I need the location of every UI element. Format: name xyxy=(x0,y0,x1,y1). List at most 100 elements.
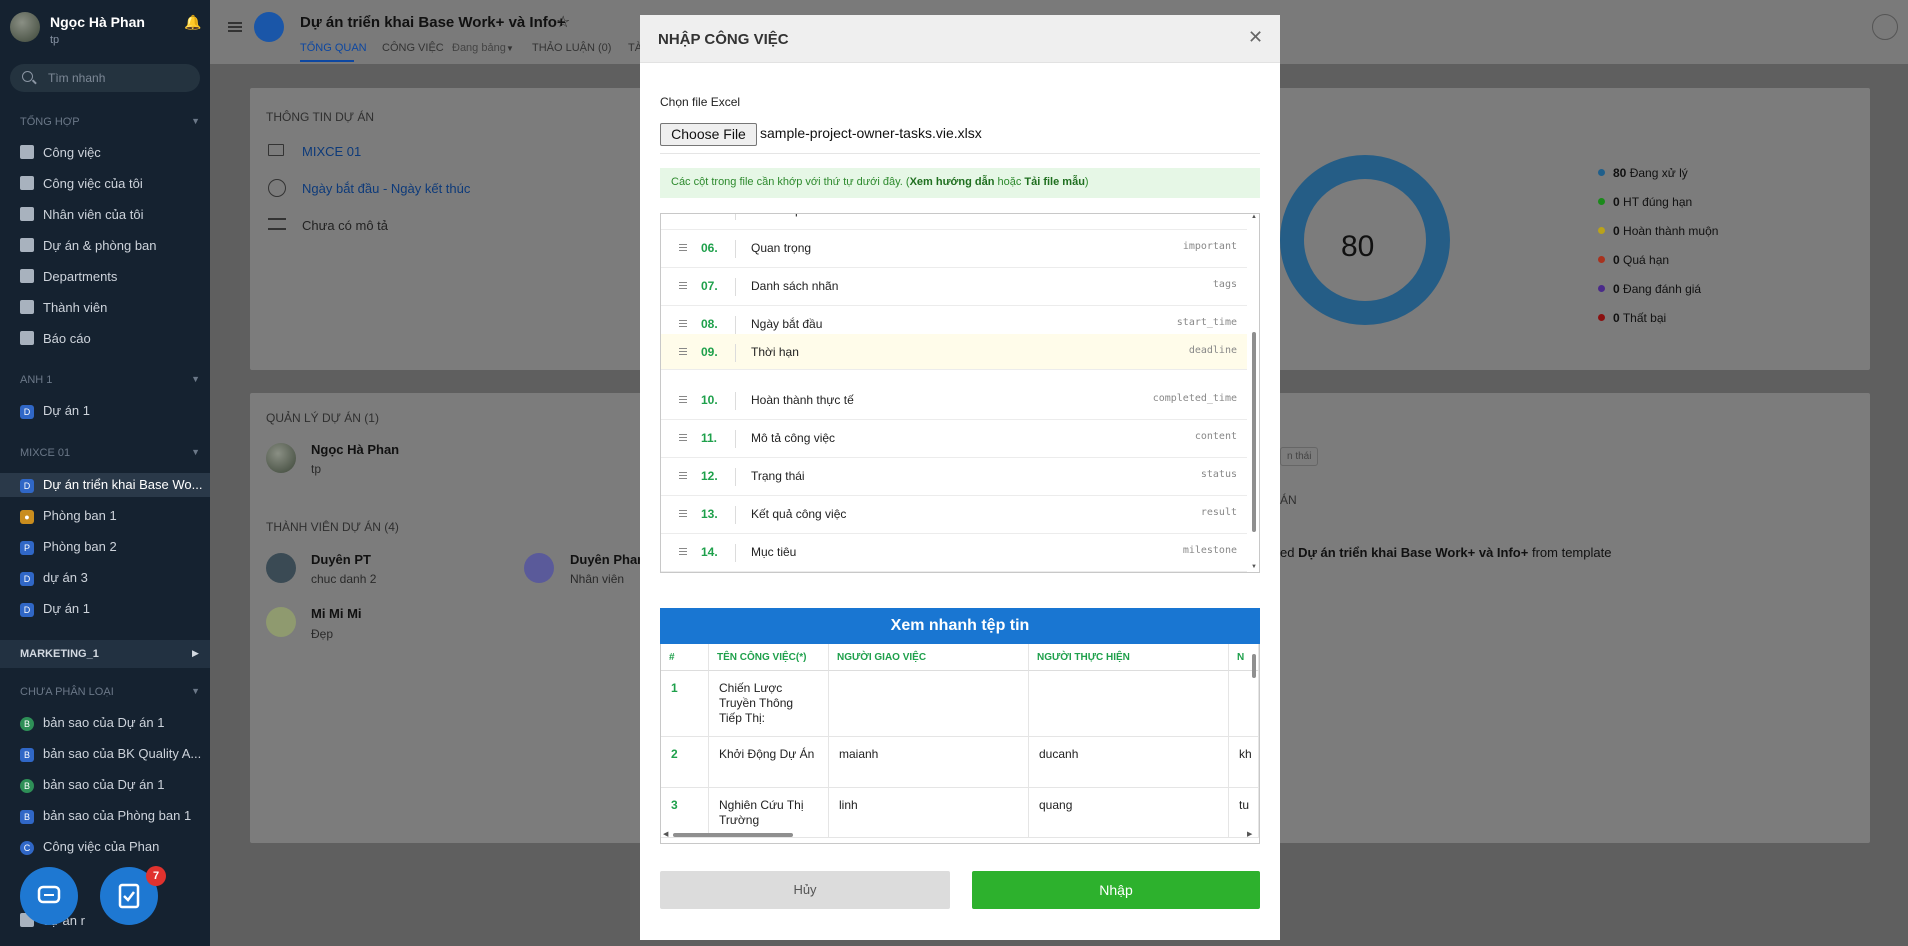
preview-horizontal-scrollbar[interactable]: ◀ ▶ xyxy=(661,828,1259,842)
drag-handle-icon[interactable] xyxy=(679,472,687,479)
scroll-left-icon[interactable]: ◀ xyxy=(663,830,668,838)
sidebar-item-phan-tasks[interactable]: C Công việc của Phan xyxy=(20,837,159,857)
sidebar-item-copy1[interactable]: Bbản sao của Dự án 1 xyxy=(20,713,164,733)
scrollbar-thumb[interactable] xyxy=(673,833,793,837)
chart-icon xyxy=(20,331,34,345)
column-name: Khẩn cấp xyxy=(751,214,802,217)
column-row-completed_time[interactable]: 10. Hoàn thành thực tế completed_time xyxy=(661,382,1247,420)
column-row-content[interactable]: 11. Mô tả công việc content xyxy=(661,420,1247,458)
sidebar-item-current-project[interactable]: D Dự án triển khai Base Wo... xyxy=(0,473,210,497)
column-row-important[interactable]: 06. Quan trọng important xyxy=(661,230,1247,268)
manager-name: Ngọc Hà Phan xyxy=(311,442,400,457)
activity-project: Dự án triển khai Base Work+ và Info+ xyxy=(1298,545,1529,560)
project-badge-icon: B xyxy=(20,810,34,824)
drag-handle-icon[interactable] xyxy=(679,320,687,327)
sidebar-item-members[interactable]: Thành viên xyxy=(20,298,107,318)
section-anh1[interactable]: ANH 1 ▼ xyxy=(20,374,200,386)
cancel-button[interactable]: Hủy xyxy=(660,871,950,909)
drag-handle-icon[interactable] xyxy=(679,434,687,441)
sidebar-item-dept2[interactable]: P Phòng ban 2 xyxy=(20,537,117,557)
sidebar-item-projects[interactable]: Dự án & phòng ban xyxy=(20,236,157,256)
scroll-up-icon[interactable]: ▲ xyxy=(1251,214,1257,220)
sidebar-item-my-tasks[interactable]: Công việc của tôi xyxy=(20,174,143,194)
notice-or: hoặc xyxy=(994,176,1025,188)
preview-vertical-scrollbar[interactable] xyxy=(1249,644,1259,828)
sidebar-item-project3[interactable]: Ddự án 3 xyxy=(20,568,88,588)
sidebar-item-label: bản sao của BK Quality A... xyxy=(43,746,202,761)
scrollbar-thumb[interactable] xyxy=(1252,332,1256,532)
divider xyxy=(735,316,736,334)
chevron-down-icon: ▼ xyxy=(506,44,514,53)
tab-discussion[interactable]: THẢO LUẬN (0) xyxy=(532,42,611,54)
people-icon xyxy=(20,207,34,221)
scroll-right-icon[interactable]: ▶ xyxy=(1247,830,1252,838)
close-icon[interactable]: ✕ xyxy=(1248,27,1263,48)
sidebar-item-label: Dự án & phòng ban xyxy=(43,238,157,253)
tab-tasks[interactable]: CÔNG VIỆC xyxy=(382,42,444,54)
drag-handle-icon[interactable] xyxy=(679,396,687,403)
sidebar-item-copy3[interactable]: Bbản sao của Dự án 1 xyxy=(20,775,164,795)
preview-cell: 1 xyxy=(661,671,709,737)
chat-fab-button[interactable] xyxy=(20,867,78,925)
column-key: important xyxy=(1182,241,1237,252)
star-icon[interactable]: ☆ xyxy=(556,12,570,32)
legend-dot xyxy=(1598,285,1605,292)
section-marketing-label: MARKETING_1 xyxy=(20,648,99,660)
choose-file-button[interactable]: Choose File xyxy=(660,123,757,146)
drag-handle-icon[interactable] xyxy=(679,348,687,355)
column-mapping-list[interactable]: 05.Khẩn cấpurgent06.Quan trọngimportant0… xyxy=(660,213,1260,573)
column-row-urgent[interactable]: 05. Khẩn cấp urgent xyxy=(661,214,1247,230)
manager-role: tp xyxy=(311,462,322,476)
page-title: Dự án triển khai Base Work+ và Info+ xyxy=(300,14,566,31)
guide-link[interactable]: Xem hướng dẫn xyxy=(910,176,995,188)
bell-icon[interactable]: 🔔 xyxy=(184,14,201,31)
sidebar-item-tasks[interactable]: Công việc xyxy=(20,143,101,163)
sidebar-item-project1[interactable]: D Dự án 1 xyxy=(20,599,90,619)
drag-handle-icon[interactable] xyxy=(679,244,687,251)
import-button[interactable]: Nhập xyxy=(972,871,1260,909)
divider xyxy=(735,214,736,220)
sidebar-item-my-staff[interactable]: Nhân viên của tôi xyxy=(20,205,143,225)
sidebar-item-dept1[interactable]: ● Phòng ban 1 xyxy=(20,506,117,526)
template-download-link[interactable]: Tải file mẫu xyxy=(1024,176,1085,188)
menu-icon[interactable] xyxy=(228,22,242,32)
member-role: chuc danh 2 xyxy=(311,572,377,586)
sidebar-item-departments[interactable]: Departments xyxy=(20,267,117,287)
column-row-status[interactable]: 12. Trạng thái status xyxy=(661,458,1247,496)
section-mixce[interactable]: MIXCE 01 ▼ xyxy=(20,447,200,459)
scroll-down-icon[interactable]: ▼ xyxy=(1251,564,1257,570)
project-group-link[interactable]: MIXCE 01 xyxy=(302,144,361,159)
sidebar-item-copy2[interactable]: Bbản sao của BK Quality A... xyxy=(20,744,201,764)
more-options-icon[interactable] xyxy=(1872,14,1898,40)
description-icon xyxy=(268,218,286,230)
status-filter-chip[interactable]: n thái xyxy=(1280,447,1319,466)
sidebar-item-copy4[interactable]: Bbản sao của Phòng ban 1 xyxy=(20,806,191,826)
tab-tasks-view[interactable]: Đang bảng xyxy=(452,42,506,54)
column-name: Thời hạn xyxy=(751,345,799,359)
column-row-tags[interactable]: 07. Danh sách nhãn tags xyxy=(661,268,1247,306)
column-list-scrollbar[interactable]: ▲ ▼ xyxy=(1249,214,1259,572)
drag-handle-icon[interactable] xyxy=(679,510,687,517)
section-mixce-label: MIXCE 01 xyxy=(20,447,71,459)
column-row-result[interactable]: 13. Kết quả công việc result xyxy=(661,496,1247,534)
tab-overview[interactable]: TỔNG QUAN xyxy=(300,42,367,54)
column-row-milestone[interactable]: 14. Mục tiêu milestone xyxy=(661,534,1247,572)
quick-search-input[interactable]: Tìm nhanh xyxy=(10,64,200,92)
preview-cell xyxy=(1029,671,1229,737)
section-overview[interactable]: TỔNG HỢP ▼ xyxy=(20,116,200,128)
section-marketing[interactable]: MARKETING_1 ▶ xyxy=(0,640,210,668)
drag-handle-icon[interactable] xyxy=(679,282,687,289)
column-row-deadline[interactable]: 09. Thời hạn deadline xyxy=(661,334,1247,370)
section-uncategorized[interactable]: CHƯA PHÂN LOẠI ▼ xyxy=(20,686,200,698)
project-badge-icon: P xyxy=(20,541,34,555)
drag-handle-icon[interactable] xyxy=(679,548,687,555)
legend-label: Đang xử lý xyxy=(1629,166,1688,180)
member-avatar xyxy=(266,553,296,583)
selected-file-name: sample-project-owner-tasks.vie.xlsx xyxy=(760,125,982,141)
column-number: 05. xyxy=(701,214,718,217)
sidebar-item-anh1-project[interactable]: D Dự án 1 xyxy=(20,401,90,421)
sidebar-item-label: bản sao của Dự án 1 xyxy=(43,777,165,792)
date-range-link[interactable]: Ngày bắt đầu - Ngày kết thúc xyxy=(302,181,470,196)
sidebar-item-reports[interactable]: Báo cáo xyxy=(20,329,91,349)
scrollbar-thumb[interactable] xyxy=(1252,654,1256,678)
